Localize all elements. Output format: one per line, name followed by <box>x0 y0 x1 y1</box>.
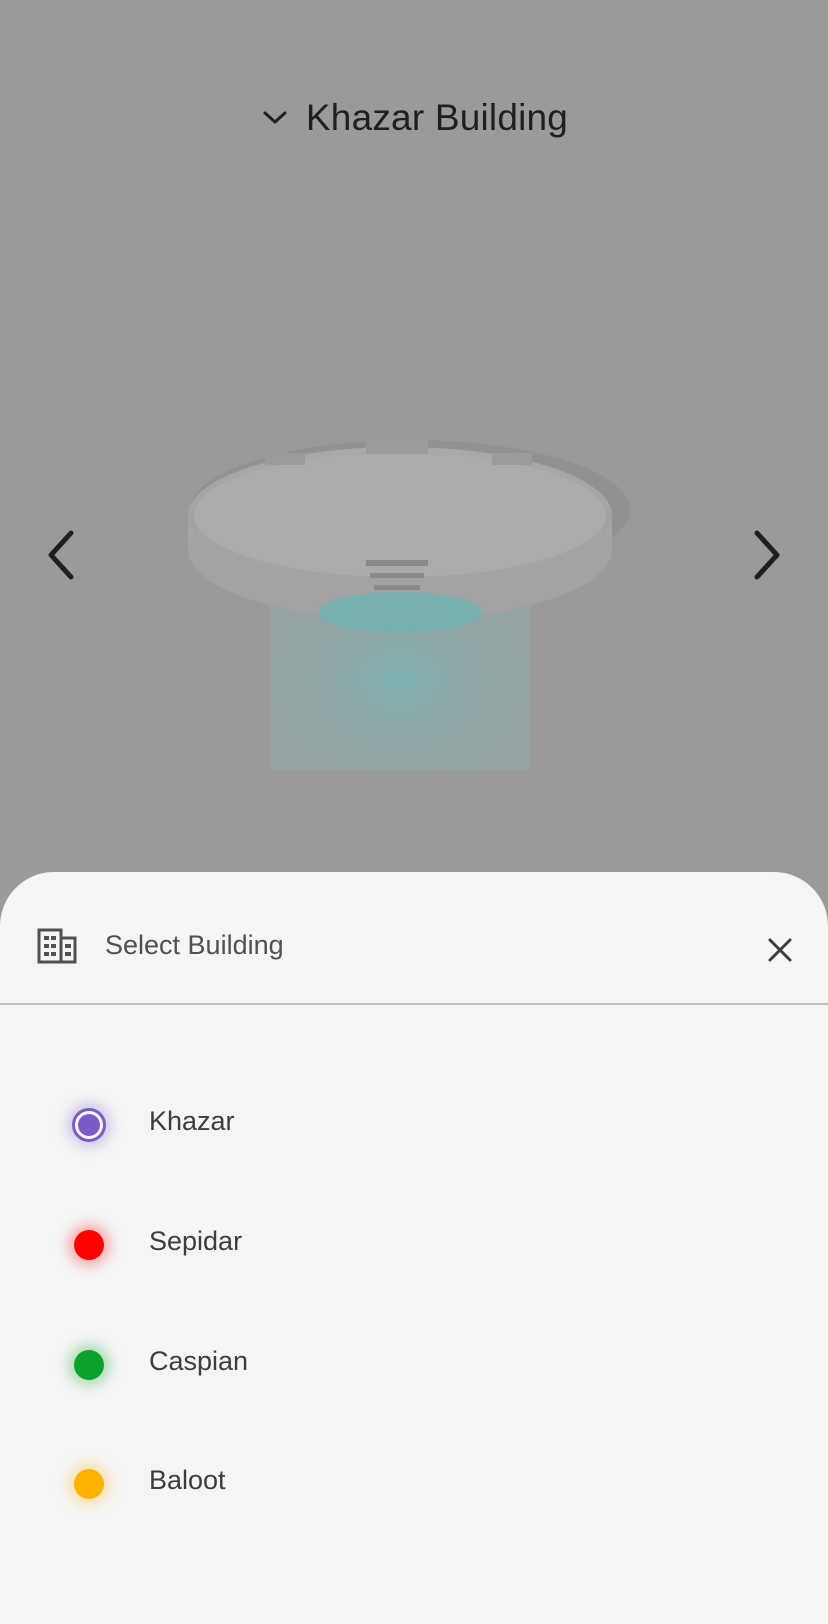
list-item-label: Khazar <box>149 1106 235 1136</box>
next-button[interactable] <box>738 520 798 590</box>
list-item-sepidar[interactable]: Sepidar <box>0 1200 828 1280</box>
chevron-left-icon <box>48 530 74 580</box>
page-title: Khazar Building <box>305 97 569 138</box>
status-dot-icon <box>68 1224 110 1266</box>
list-item-label: Caspian <box>149 1346 249 1376</box>
close-button[interactable] <box>760 930 800 970</box>
close-icon <box>768 938 792 962</box>
previous-button[interactable] <box>30 520 90 590</box>
building-title-dropdown[interactable]: Khazar Building <box>0 88 828 148</box>
list-item-baloot[interactable]: Baloot <box>0 1439 828 1519</box>
sheet-header: Select Building <box>0 872 828 1005</box>
device-view-backdrop: Khazar Building <box>0 0 828 900</box>
list-item-khazar[interactable]: Khazar <box>0 1080 828 1160</box>
list-item-caspian[interactable]: Caspian <box>0 1320 828 1400</box>
chevron-right-icon <box>754 530 780 580</box>
select-building-sheet: Select Building Khazar Sepidar Caspian B… <box>0 872 828 1624</box>
status-dot-icon <box>68 1463 110 1505</box>
status-dot-icon <box>68 1344 110 1386</box>
device-image <box>180 430 640 810</box>
radio-selected-icon <box>68 1104 110 1146</box>
list-item-label: Sepidar <box>149 1226 243 1256</box>
chevron-down-icon <box>260 103 290 133</box>
building-icon <box>36 924 78 964</box>
list-item-label: Baloot <box>149 1465 226 1495</box>
sheet-title: Select Building <box>105 930 284 960</box>
